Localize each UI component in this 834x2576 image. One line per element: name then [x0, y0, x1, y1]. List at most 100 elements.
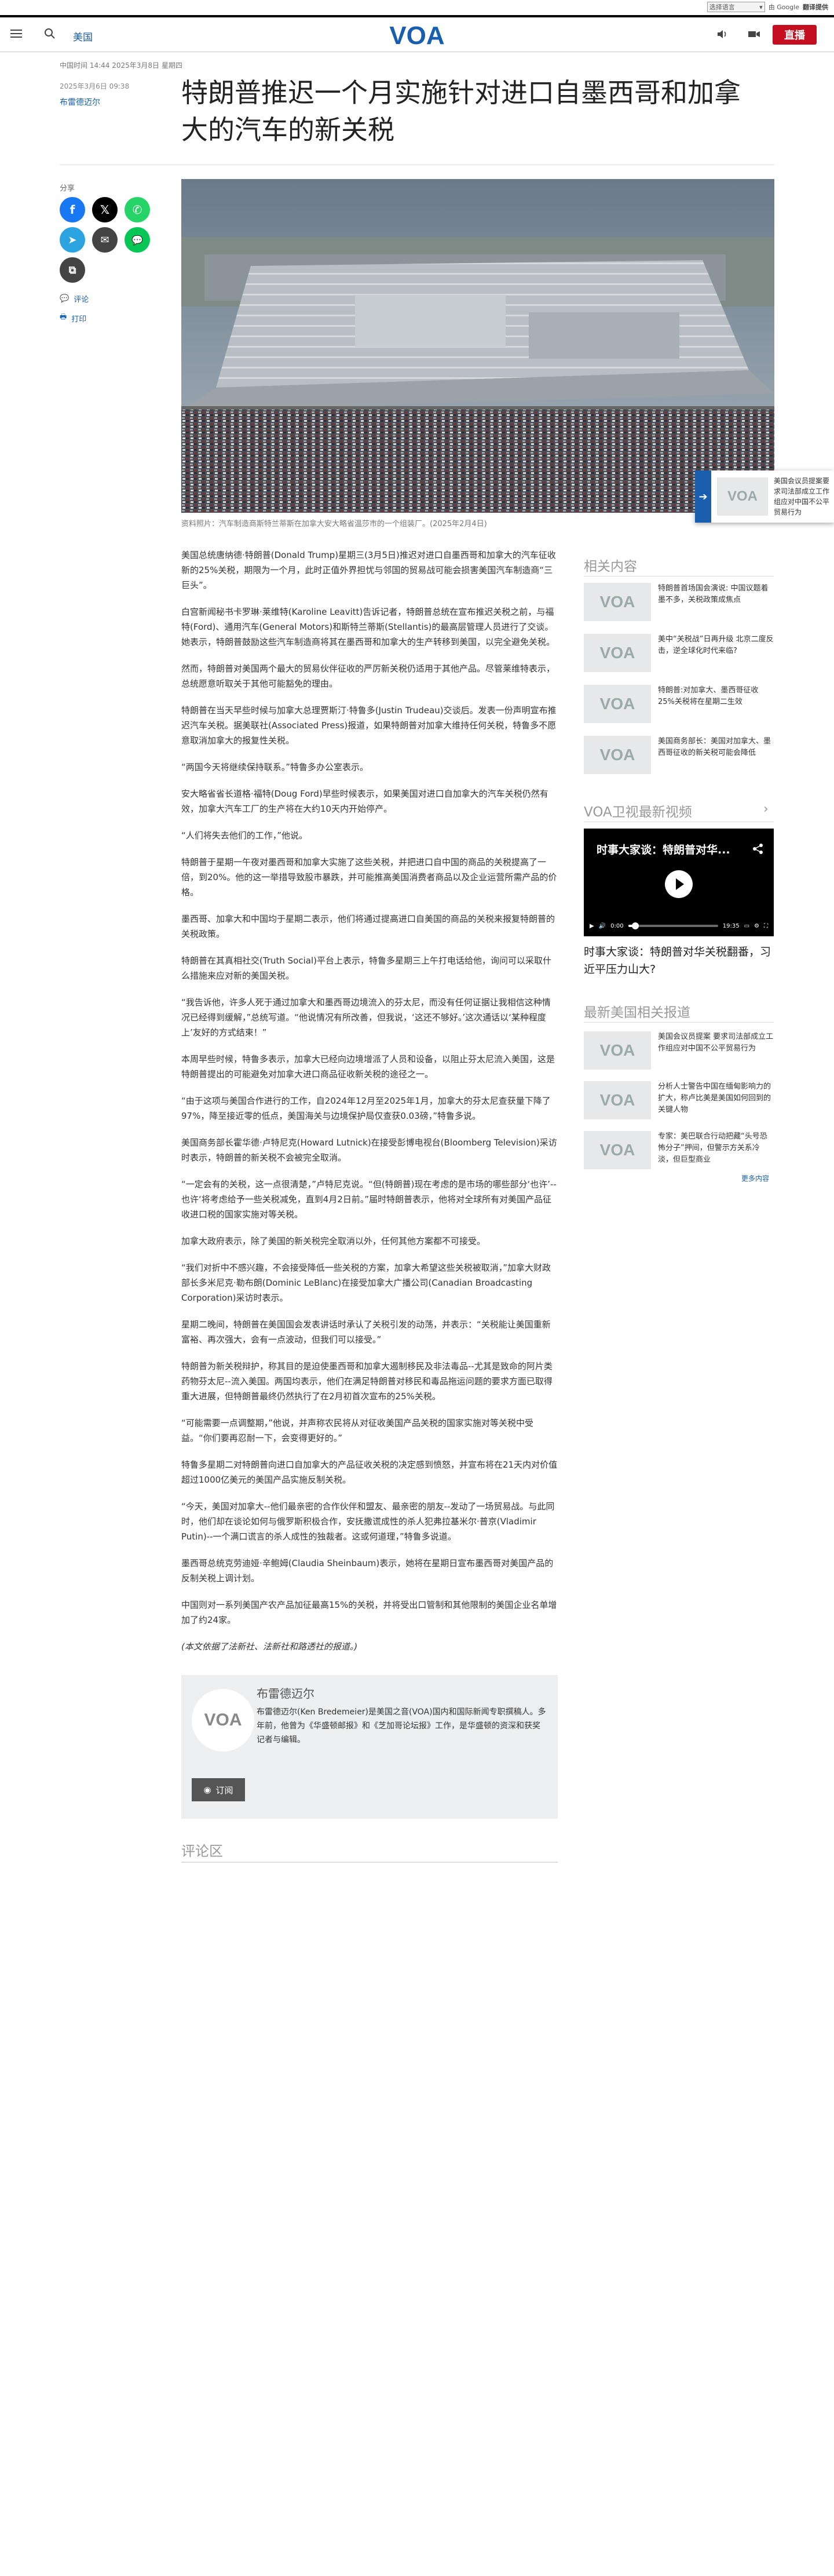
share-label: 分享: [60, 184, 75, 193]
source-note: (本文依据了法新社、法新社和路透社的报道。): [181, 1641, 358, 1652]
facebook-share-button[interactable]: f: [60, 197, 85, 222]
print-link[interactable]: 🖶 打印: [60, 312, 86, 324]
email-icon: ✉: [100, 233, 109, 246]
language-select-label: 选择语言: [709, 3, 735, 11]
search-icon[interactable]: [43, 27, 57, 41]
article-paragraph: 星期二晚间，特朗普在美国国会发表讲话时承认了关税引发的动荡，并表示：“关税能让美…: [181, 1319, 551, 1345]
voa-logo-icon: VOA: [599, 644, 635, 662]
video-overlay-title: 时事大家谈：特朗普对华...: [597, 844, 730, 856]
telegram-icon: ➤: [68, 233, 77, 246]
related-item-title: 特朗普:对加拿大、墨西哥征收25%关税将在星期二生效: [658, 686, 759, 706]
x-share-button[interactable]: 𝕏: [92, 197, 118, 222]
rss-icon: ◉: [203, 1785, 211, 1795]
published-timestamp: 2025年3月6日 09:38: [60, 82, 130, 90]
voa-logo-icon: VOA: [599, 695, 635, 713]
divider: [181, 1862, 558, 1863]
latest-item-title: 美国会议员提案 要求司法部成立工作组应对中国不公平贸易行为: [658, 1032, 774, 1053]
subscribe-button[interactable]: ◉ 订阅: [192, 1778, 245, 1801]
author-avatar[interactable]: VOA: [192, 1689, 254, 1752]
captions-icon[interactable]: ▭: [744, 923, 749, 929]
whatsapp-share-button[interactable]: ✆: [125, 197, 150, 222]
latest-thumbnail: VOA: [584, 1031, 651, 1070]
recommendation-popup[interactable]: ➔ VOA 美国会议员提案要求司法部成立工作组应对中国不公平贸易行为: [695, 470, 834, 523]
author-box: VOA 布雷德迈尔 布雷德迈尔(Ken Bredemeier)是美国之音(VOA…: [181, 1675, 558, 1819]
live-button[interactable]: 直播: [773, 25, 817, 45]
related-thumbnail: VOA: [584, 685, 651, 723]
language-select[interactable]: 选择语言 ▾: [707, 2, 765, 12]
latest-item[interactable]: VOA 美国会议员提案 要求司法部成立工作组应对中国不公平贸易行为: [584, 1031, 774, 1070]
related-item[interactable]: VOA 美国商务部长：美国对加拿大、墨西哥征收的新关税可能会降低: [584, 736, 774, 774]
settings-icon[interactable]: ⚙: [754, 923, 759, 929]
comments-link[interactable]: 💬 评论: [60, 293, 89, 304]
x-icon: 𝕏: [100, 203, 110, 217]
divider: [584, 576, 774, 577]
article-paragraph: 墨西哥、加拿大和中国均于星期二表示，他们将通过提高进口自美国的商品的关税来报复特…: [181, 914, 555, 939]
comments-link-label: 评论: [74, 295, 89, 304]
video-caption[interactable]: 时事大家谈：特朗普对华关税翻番，习近平压力山大?: [584, 943, 774, 978]
related-item[interactable]: VOA 特朗普首场国会演说: 中国议题着墨不多，关税政策成焦点: [584, 583, 774, 621]
latest-item-title: 专家：美巴联合行动把藏“头号恐怖分子”押间，但警示方关系冷淡，但巨型商业: [658, 1132, 767, 1164]
video-progress-knob[interactable]: [632, 922, 639, 929]
article-paragraph: 中国则对一系列美国产农产品加征最高15%的关税，并将受出口管制和其他限制的美国企…: [181, 1600, 557, 1625]
related-thumbnail: VOA: [584, 583, 651, 621]
voa-logo-icon: VOA: [599, 1141, 635, 1159]
article-paragraph: 特朗普在当天早些时候与加拿大总理贾斯汀·特鲁多(Justin Trudeau)交…: [181, 705, 557, 746]
volume-icon[interactable]: [716, 28, 729, 41]
article-paragraph: 特朗普于星期一午夜对墨西哥和加拿大实施了这些关税，并把进口自中国的商品的关税提高…: [181, 857, 557, 897]
translate-bar: 选择语言 ▾ 由 Google 翻译提供: [0, 0, 834, 14]
related-item[interactable]: VOA 特朗普:对加拿大、墨西哥征收25%关税将在星期二生效: [584, 685, 774, 723]
google-translate-service[interactable]: 翻译提供: [803, 2, 828, 12]
video-progress-bar[interactable]: [628, 922, 718, 929]
video-section-title[interactable]: VOA卫视最新视频: [584, 801, 692, 820]
copy-link-button[interactable]: ⧉: [60, 257, 85, 283]
article-paragraph: “人们将失去他们的工作，”他说。: [181, 830, 308, 841]
related-item-title: 特朗普首场国会演说: 中国议题着墨不多，关税政策成焦点: [658, 584, 769, 604]
fullscreen-icon[interactable]: ⛶: [764, 923, 768, 929]
voa-logo-icon: VOA: [599, 1041, 635, 1059]
chevron-right-icon[interactable]: ›: [763, 802, 769, 816]
line-share-button[interactable]: 💬: [125, 227, 150, 253]
related-item-title: 美中“关税战”日再升级 北京二度反击，逆全球化时代来临?: [658, 635, 774, 655]
telegram-share-button[interactable]: ➤: [60, 227, 85, 253]
related-section-title: 相关内容: [584, 559, 637, 574]
article-paragraph: “我们对折中不感兴趣，不会接受降低一些关税的方案，加拿大希望这些关税被取消，”加…: [181, 1263, 551, 1303]
author-link[interactable]: 布雷德迈尔: [60, 96, 100, 108]
print-icon: 🖶: [60, 313, 67, 322]
latest-section-title: 最新美国相关报道: [584, 1005, 690, 1020]
article-paragraph: “两国今天将继续保持联系。”特鲁多办公室表示。: [181, 762, 369, 772]
article-paragraph: “可能需要一点调整期，”他说，并声称农民将从对征收美国产品关税的国家实施对等关税…: [181, 1418, 534, 1443]
article-paragraph: 本周早些时候，特鲁多表示，加拿大已经向边境增派了人员和设备，以阻止芬太尼流入美国…: [181, 1054, 555, 1079]
volume-small-icon[interactable]: 🔊: [599, 923, 606, 929]
author-bio: 布雷德迈尔(Ken Bredemeier)是美国之音(VOA)国内和国际新闻专职…: [257, 1707, 546, 1745]
voa-logo[interactable]: VOA: [386, 21, 448, 49]
more-link[interactable]: 更多内容: [741, 1173, 769, 1183]
author-name[interactable]: 布雷德迈尔: [257, 1684, 314, 1701]
latest-item[interactable]: VOA 分析人士警告中国在缅甸影响力的扩大，称卢比美是美国如何回到的关键人物: [584, 1081, 774, 1119]
nav-link-usa[interactable]: 美国: [73, 29, 93, 43]
latest-item[interactable]: VOA 专家：美巴联合行动把藏“头号恐怖分子”押间，但警示方关系冷淡，但巨型商业: [584, 1131, 774, 1169]
facebook-icon: f: [70, 203, 75, 217]
play-icon[interactable]: [665, 870, 693, 898]
article-paragraph: 美国总统唐纳德·特朗普(Donald Trump)星期三(3月5日)推迟对进口自…: [181, 550, 556, 590]
article-paragraph: 加拿大政府表示，除了美国的新关税完全取消以外，任何其他方案都不可接受。: [181, 1236, 486, 1246]
play-small-icon[interactable]: ▶: [590, 923, 594, 929]
menu-icon[interactable]: [10, 28, 22, 39]
arrow-right-icon[interactable]: ➔: [695, 470, 711, 523]
related-item[interactable]: VOA 美中“关税战”日再升级 北京二度反击，逆全球化时代来临?: [584, 634, 774, 672]
email-share-button[interactable]: ✉: [92, 227, 118, 253]
share-icon[interactable]: [752, 842, 765, 855]
site-header: 美国 VOA 直播: [0, 15, 834, 52]
article-title: 特朗普推迟一个月实施针对进口自墨西哥和加拿大的汽车的新关税: [181, 77, 741, 145]
article-paragraph: 特朗普在其真相社交(Truth Social)平台上表示，特鲁多星期三上午打电话…: [181, 955, 551, 981]
video-controls: ▶ 🔊 0:00 19:35 ▭ ⚙ ⛶: [584, 915, 774, 936]
updated-timestamp: 中国时间 14:44 2025年3月8日 星期四: [60, 61, 182, 70]
voa-logo-icon: VOA: [599, 593, 635, 611]
print-link-label: 打印: [71, 315, 87, 324]
line-icon: 💬: [131, 234, 143, 246]
voa-logo-icon: VOA: [204, 1710, 242, 1730]
article-paragraph: “由于这项与美国合作进行的工作，自2024年12月至2025年1月，加拿大的芬太…: [181, 1096, 551, 1121]
video-player[interactable]: 时事大家谈：特朗普对华... ▶ 🔊 0:00 19:35 ▭ ⚙ ⛶: [584, 829, 774, 936]
comments-title: 评论区: [181, 1843, 223, 1859]
video-camera-icon[interactable]: [747, 28, 761, 41]
svg-text:VOA: VOA: [389, 21, 444, 49]
